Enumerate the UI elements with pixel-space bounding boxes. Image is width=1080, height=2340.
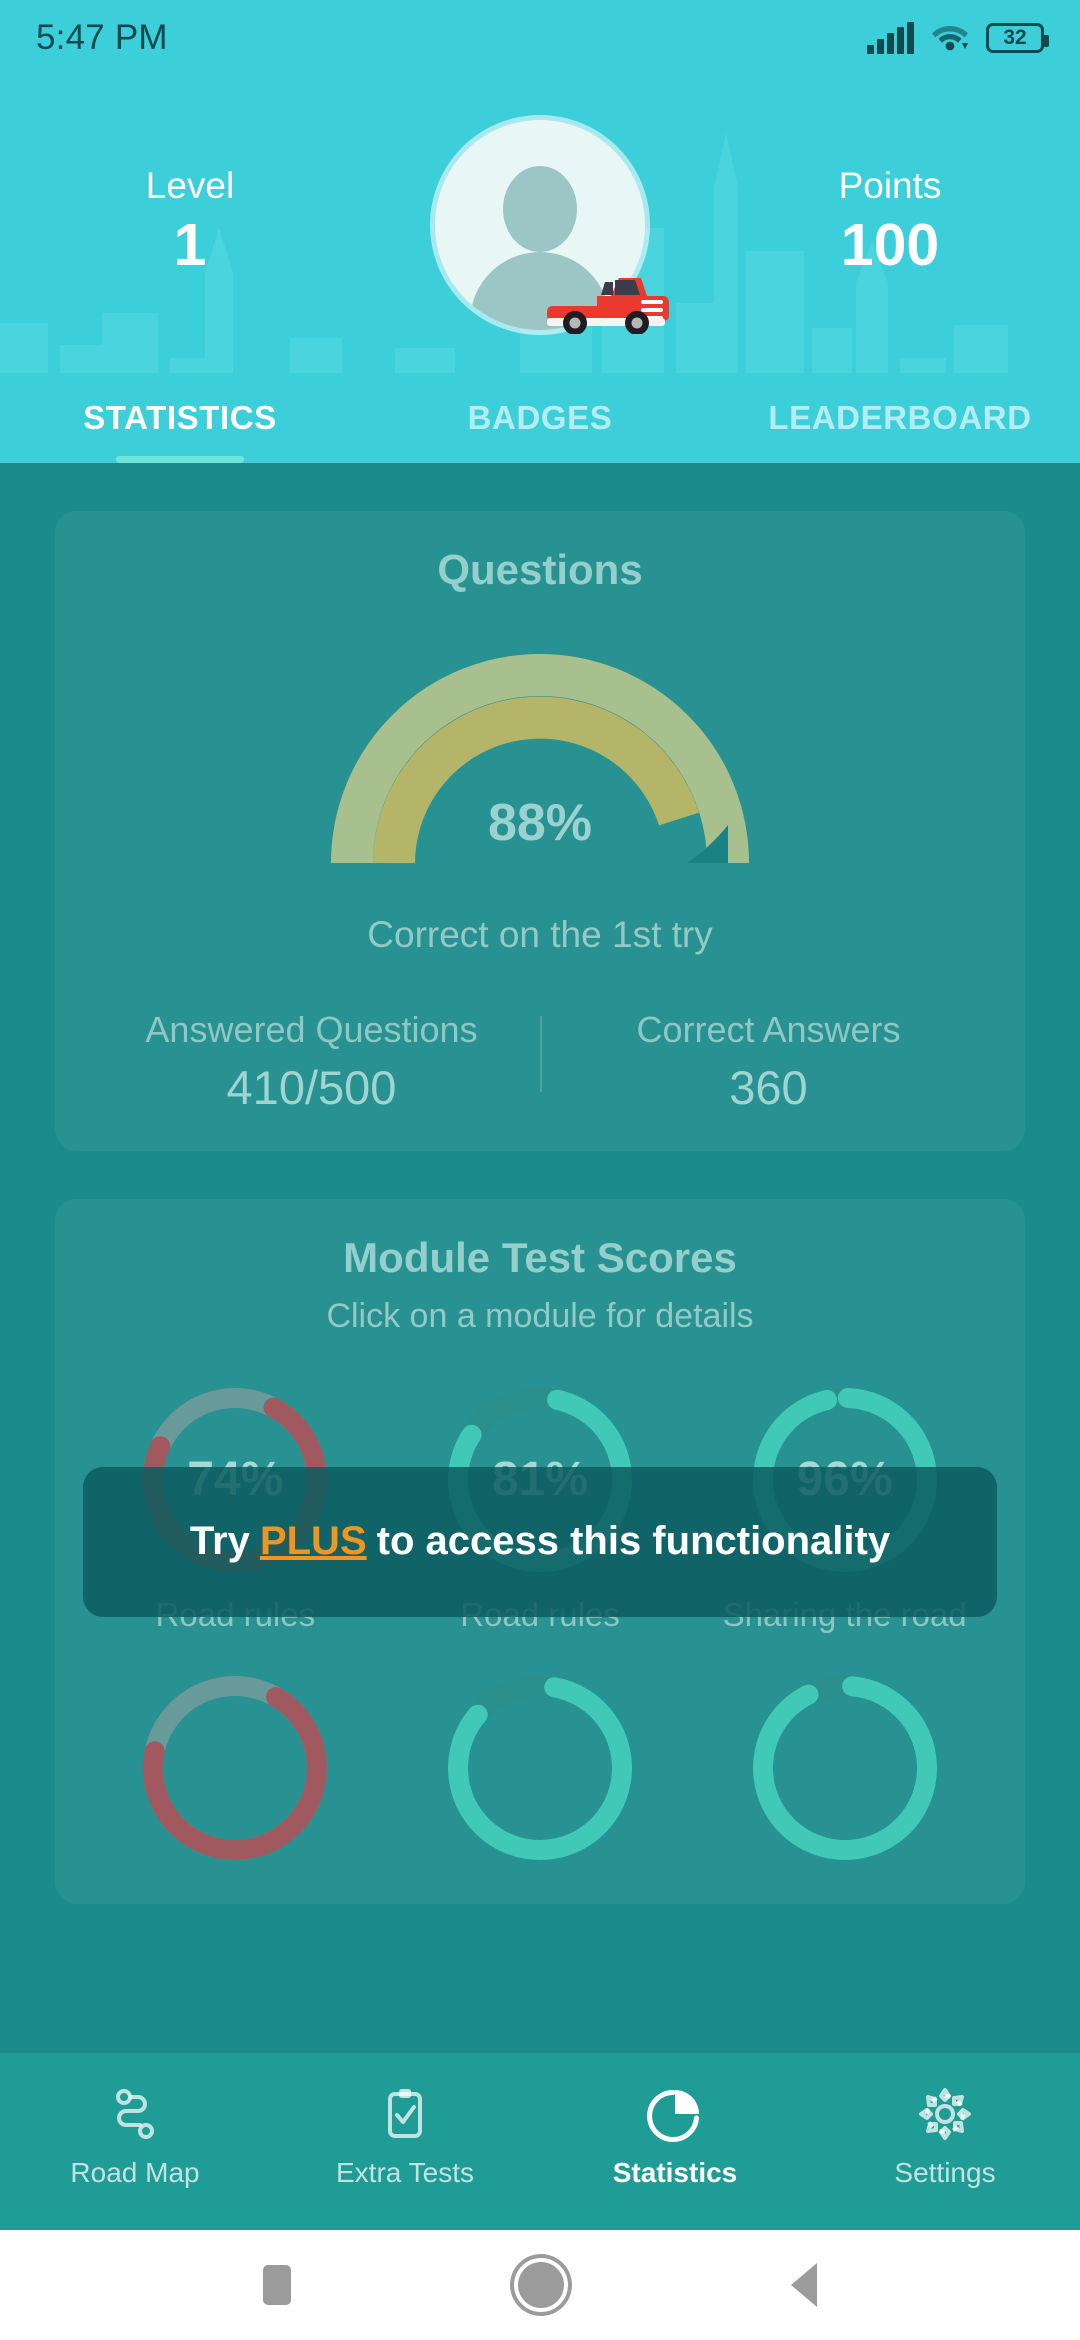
correct-answers-value: 360 (729, 1060, 808, 1114)
nav-extra-tests-label: Extra Tests (336, 2157, 474, 2188)
bottom-navigation-bar: Road Map Extra Tests Statistics Settings (0, 2053, 1080, 2230)
answered-questions-stat: Answered Questions 410/500 (83, 1008, 540, 1114)
tab-badges-label: BADGES (467, 399, 613, 436)
gauge-percent-value: 88% (487, 794, 593, 853)
avatar-container[interactable] (435, 119, 669, 334)
tab-statistics[interactable]: STATISTICS (0, 373, 360, 463)
correct-answers-label: Correct Answers (636, 1009, 901, 1051)
answered-questions-label: Answered Questions (145, 1009, 478, 1051)
battery-icon: 32 (986, 23, 1049, 53)
tab-leaderboard-label: LEADERBOARD (768, 399, 1032, 436)
wifi-icon (931, 21, 969, 56)
gauge-caption: Correct on the 1st try (367, 914, 713, 956)
module-item[interactable] (692, 1668, 997, 1868)
signal-icon (867, 22, 914, 54)
questions-card: Questions 88% Correct on the 1st try Ans… (55, 511, 1025, 1151)
points-value: 100 (840, 211, 940, 278)
module-ring (745, 1668, 945, 1868)
battery-level: 32 (1003, 26, 1027, 49)
statistics-content: Questions 88% Correct on the 1st try Ans… (0, 463, 1080, 2053)
app-screen: 5:47 PM 32 Level 1 Points 100 STATISTICS… (0, 0, 1080, 2340)
module-item[interactable] (388, 1668, 693, 1868)
level-block: Level 1 (60, 166, 320, 282)
tab-leaderboard[interactable]: LEADERBOARD (720, 373, 1080, 463)
tab-statistics-label: STATISTICS (83, 399, 277, 436)
nav-settings-label: Settings (894, 2157, 996, 2188)
module-scores-subtitle: Click on a module for details (326, 1296, 754, 1335)
nav-statistics-label: Statistics (612, 2157, 738, 2188)
status-icons: 32 (867, 21, 1049, 56)
plus-banner-suffix: to access this functionality (376, 1519, 891, 1564)
level-label: Level (145, 165, 235, 207)
status-bar: 5:47 PM 32 (0, 0, 1080, 76)
points-block: Points 100 (760, 166, 1020, 282)
questions-card-title: Questions (437, 546, 643, 593)
module-ring (135, 1668, 335, 1868)
points-label: Points (838, 165, 942, 207)
recents-square-icon[interactable] (263, 2265, 292, 2305)
module-grid: 74% Road rules 81% Road rules (83, 1380, 997, 1868)
module-item[interactable] (83, 1668, 388, 1868)
nav-settings[interactable]: Settings (810, 2086, 1080, 2189)
plus-link[interactable]: PLUS (260, 1519, 367, 1564)
avatar-head-shape (503, 165, 577, 252)
nav-road-map[interactable]: Road Map (0, 2086, 270, 2189)
nav-road-map-label: Road Map (70, 2157, 200, 2188)
status-clock: 5:47 PM (36, 18, 168, 57)
header-stats-row: Level 1 Points 100 (0, 76, 1080, 373)
module-scores-title: Module Test Scores (343, 1233, 737, 1281)
level-value: 1 (173, 211, 207, 278)
profile-header: Level 1 Points 100 STATISTICS BADGES LEA… (0, 76, 1080, 463)
plus-banner-prefix: Try (189, 1519, 250, 1564)
android-system-nav (0, 2230, 1080, 2340)
module-scores-card: Module Test Scores Click on a module for… (55, 1198, 1025, 1904)
first-try-gauge: 88% (83, 653, 997, 888)
gear-icon (917, 2086, 973, 2142)
clipboard-check-icon (377, 2086, 433, 2142)
answered-questions-value: 410/500 (226, 1060, 397, 1114)
back-triangle-icon[interactable] (790, 2263, 817, 2307)
questions-stats-row: Answered Questions 410/500 Correct Answe… (83, 1008, 997, 1114)
try-plus-banner[interactable]: Try PLUS to access this functionality (83, 1466, 997, 1617)
nav-extra-tests[interactable]: Extra Tests (270, 2086, 540, 2189)
nav-statistics[interactable]: Statistics (540, 2086, 810, 2189)
module-ring (440, 1668, 640, 1868)
red-pickup-truck-icon (547, 277, 669, 334)
road-map-icon (107, 2086, 163, 2142)
tab-badges[interactable]: BADGES (360, 373, 720, 463)
pie-chart-icon (647, 2086, 703, 2142)
top-tab-bar: STATISTICS BADGES LEADERBOARD (0, 373, 1080, 463)
home-circle-icon[interactable] (517, 2262, 564, 2308)
correct-answers-stat: Correct Answers 360 (540, 1008, 997, 1114)
